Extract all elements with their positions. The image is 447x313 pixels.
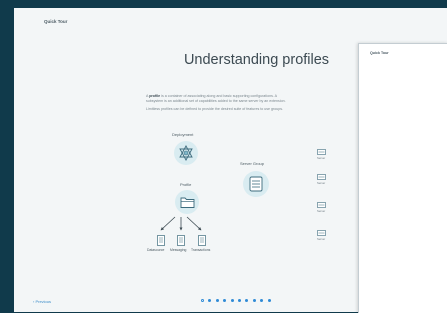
previous-link[interactable]: ‹ Previous bbox=[33, 299, 51, 304]
leaf-label-transactions: Transactions bbox=[191, 248, 211, 252]
server-label-1: Server bbox=[317, 156, 326, 160]
datasource-document-icon bbox=[157, 235, 165, 246]
server-label-2: Server bbox=[317, 181, 326, 185]
messaging-document-icon bbox=[177, 235, 185, 246]
page-dot-8[interactable] bbox=[252, 299, 256, 302]
page-dot-1[interactable] bbox=[201, 299, 204, 302]
server-label-4: Server bbox=[317, 237, 326, 241]
server-icon bbox=[317, 149, 326, 155]
quick-tour-card: Quick Tour bbox=[358, 43, 447, 313]
deployment-label: Deployment bbox=[172, 132, 194, 137]
profile-label: Profile bbox=[180, 182, 192, 187]
page-dot-10[interactable] bbox=[267, 299, 271, 302]
server-icon bbox=[317, 174, 326, 180]
page-dot-5[interactable] bbox=[230, 299, 234, 302]
server-group-icon bbox=[249, 176, 263, 192]
page-dot-6[interactable] bbox=[238, 299, 241, 302]
folder-icon bbox=[180, 197, 195, 208]
server-group-label: Server Group bbox=[240, 161, 265, 166]
page-dot-3[interactable] bbox=[215, 299, 219, 302]
server-icon bbox=[317, 230, 326, 236]
leaf-label-messaging: Messaging bbox=[170, 248, 187, 252]
leaf-label-datasource: Datasource bbox=[147, 248, 165, 252]
transactions-document-icon bbox=[198, 235, 206, 246]
server-label-3: Server bbox=[317, 209, 326, 213]
deployment-icon bbox=[179, 145, 193, 161]
card-title: Quick Tour bbox=[370, 51, 389, 55]
server-icon bbox=[317, 202, 326, 208]
